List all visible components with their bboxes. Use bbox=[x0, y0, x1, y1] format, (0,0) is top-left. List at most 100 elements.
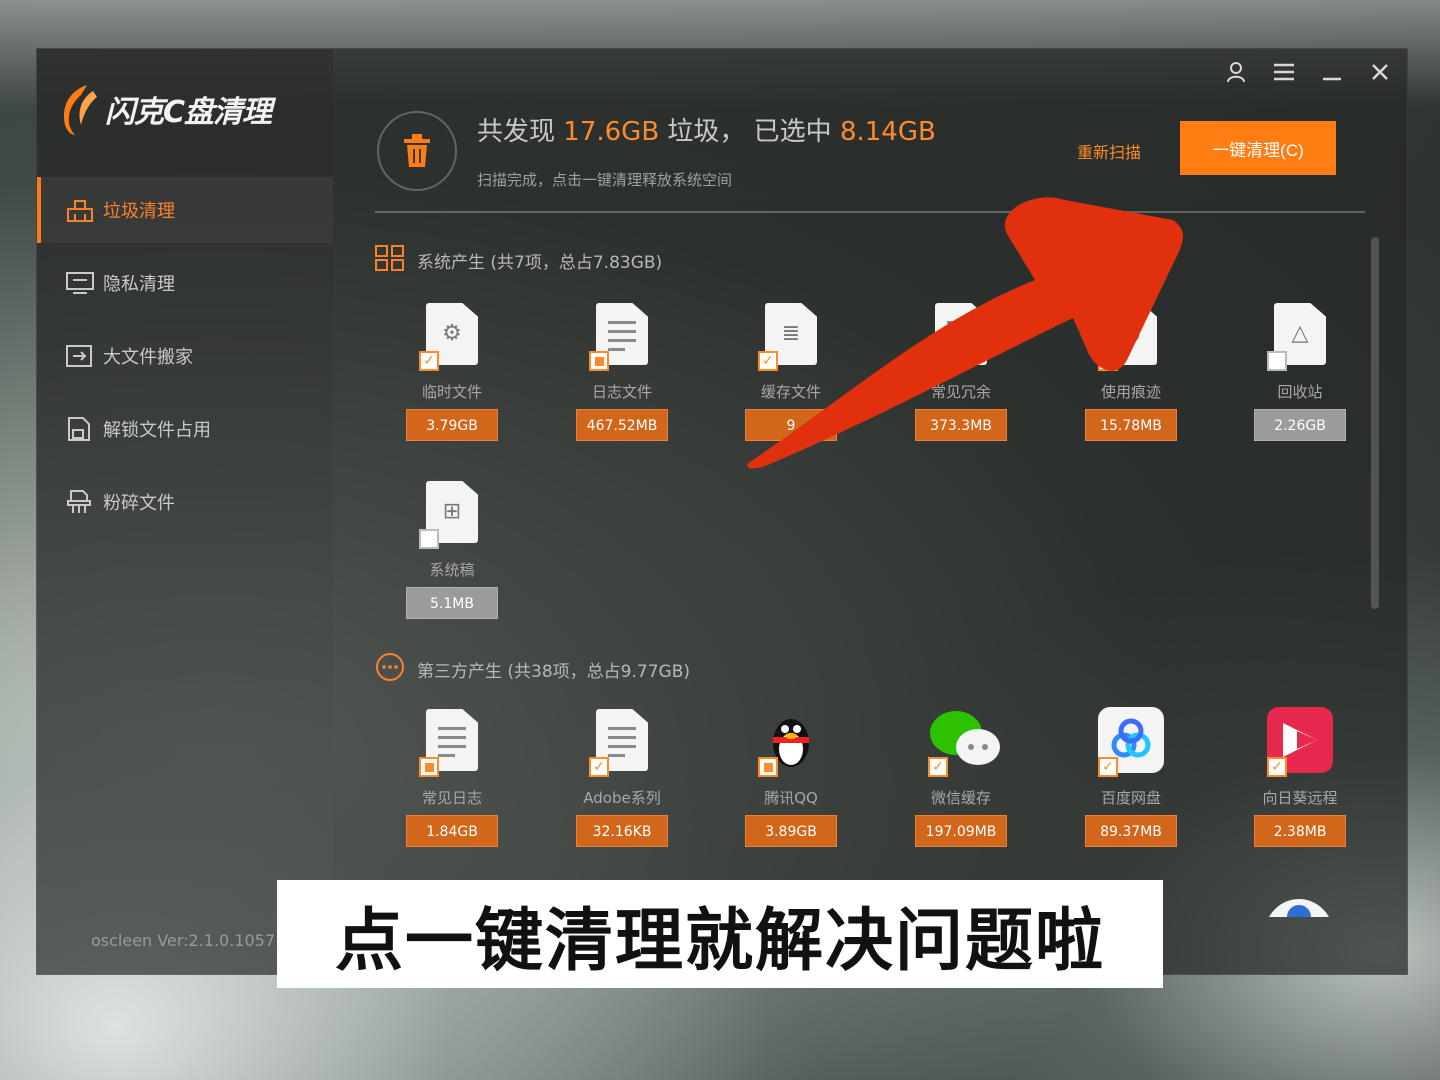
select-checkbox[interactable] bbox=[758, 757, 778, 777]
item-label: 临时文件 bbox=[421, 383, 482, 401]
caption-banner: 点一键清理就解决问题啦 bbox=[277, 880, 1163, 988]
junk-item-card[interactable]: ✓ Adobe系列 32.16KB bbox=[575, 707, 669, 847]
section-title: 系统产生 (共7项，总占7.83GB) bbox=[417, 253, 663, 273]
header-divider bbox=[375, 211, 1365, 213]
size-tag: 89.37MB bbox=[1085, 815, 1177, 847]
total-found-value: 17.6GB bbox=[563, 117, 660, 147]
broom-icon bbox=[65, 196, 95, 224]
item-label: 回收站 bbox=[1277, 383, 1323, 401]
size-tag: 3.79GB bbox=[406, 409, 498, 441]
item-icon-holder: ✓ bbox=[928, 301, 994, 371]
item-icon-holder: ✓ bbox=[1267, 707, 1333, 777]
menu-icon[interactable] bbox=[1269, 57, 1299, 87]
junk-item-card[interactable]: ✓ 微信缓存 197.09MB bbox=[914, 707, 1008, 847]
section-title: 第三方产生 (共38项，总占9.77GB) bbox=[417, 662, 690, 682]
app-logo: 闪克C盘清理 bbox=[59, 81, 272, 137]
scan-summary: 共发现 17.6GB 垃圾， 已选中 8.14GB bbox=[477, 111, 936, 148]
select-checkbox[interactable] bbox=[419, 757, 439, 777]
junk-item-card[interactable]: ⊞ 系统稿 5.1MB bbox=[405, 479, 499, 619]
item-icon-holder: ✓ bbox=[928, 707, 1000, 777]
item-label: 常见冗余 bbox=[930, 383, 991, 401]
unlock-file-icon bbox=[65, 415, 95, 443]
trash-badge bbox=[377, 111, 457, 191]
junk-item-card[interactable]: 日志文件 467.52MB bbox=[575, 301, 669, 441]
select-checkbox[interactable]: ✓ bbox=[589, 757, 609, 777]
junk-item-card[interactable]: ≣ ✓ 缓存文件 9 bbox=[744, 301, 838, 441]
more-dots-icon bbox=[375, 652, 405, 687]
select-checkbox[interactable]: ✓ bbox=[419, 351, 439, 371]
junk-item-card[interactable]: △ 回收站 2.26GB bbox=[1253, 301, 1347, 441]
select-checkbox[interactable]: ✓ bbox=[1267, 757, 1287, 777]
sidebar-item-label: 粉碎文件 bbox=[103, 493, 175, 514]
sidebar-item-unlock-file[interactable]: 解锁文件占用 bbox=[37, 396, 333, 462]
selected-value: 8.14GB bbox=[839, 117, 936, 147]
trash-icon bbox=[404, 134, 430, 167]
item-label: 缓存文件 bbox=[760, 383, 821, 401]
size-tag: 2.26GB bbox=[1254, 409, 1346, 441]
item-label: 微信缓存 bbox=[930, 789, 991, 807]
select-checkbox[interactable] bbox=[589, 351, 609, 371]
item-label: 常见日志 bbox=[421, 789, 482, 807]
rescan-link[interactable]: 重新扫描 bbox=[1077, 139, 1141, 163]
minimize-icon[interactable] bbox=[1317, 57, 1347, 87]
item-label: Adobe系列 bbox=[583, 789, 661, 807]
junk-item-card[interactable]: ⚙ ✓ 临时文件 3.79GB bbox=[405, 301, 499, 441]
item-label: 腾讯QQ bbox=[764, 789, 818, 807]
item-icon-holder: ≣ ✓ bbox=[758, 301, 824, 371]
flame-logo-icon bbox=[59, 81, 99, 137]
item-icon-holder bbox=[419, 707, 485, 777]
caption-text: 点一键清理就解决问题啦 bbox=[334, 901, 1105, 981]
item-icon-holder bbox=[758, 707, 824, 777]
select-checkbox[interactable]: ✓ bbox=[1098, 351, 1118, 371]
select-checkbox[interactable]: ✓ bbox=[1098, 757, 1118, 777]
junk-item-card[interactable]: ✓ 常见冗余 373.3MB bbox=[914, 301, 1008, 441]
item-icon-holder: ⊞ bbox=[419, 479, 485, 549]
sidebar-item-shred-file[interactable]: 粉碎文件 bbox=[37, 469, 333, 535]
item-icon-holder: ⚙ ✓ bbox=[419, 301, 485, 371]
junk-item-card[interactable]: 常见日志 1.84GB bbox=[405, 707, 499, 847]
shredder-icon bbox=[65, 488, 95, 516]
sidebar-item-large-file-move[interactable]: 大文件搬家 bbox=[37, 323, 333, 389]
sidebar-item-label: 垃圾清理 bbox=[103, 201, 175, 222]
user-icon[interactable] bbox=[1221, 57, 1251, 87]
select-checkbox[interactable] bbox=[1267, 351, 1287, 371]
version-label: oscleen Ver:2.1.0.1057 bbox=[91, 931, 276, 950]
item-icon-holder: △ bbox=[1267, 301, 1333, 371]
item-icon-holder: ✓ bbox=[589, 707, 655, 777]
size-tag: 467.52MB bbox=[576, 409, 668, 441]
select-checkbox[interactable]: ✓ bbox=[928, 757, 948, 777]
partial-eye-icon bbox=[1267, 887, 1331, 917]
select-checkbox[interactable]: ✓ bbox=[928, 351, 948, 371]
app-window: 闪克C盘清理 垃圾清理 隐私清理 大文件搬家 解锁文件占用 粉碎文件 oscle… bbox=[36, 48, 1408, 975]
size-tag: 5.1MB bbox=[406, 587, 498, 619]
junk-item-card[interactable]: ✓ 向日葵远程 2.38MB bbox=[1253, 707, 1347, 847]
item-label: 百度网盘 bbox=[1100, 789, 1161, 807]
sidebar-item-privacy-clean[interactable]: 隐私清理 bbox=[37, 250, 333, 316]
size-tag: 1.84GB bbox=[406, 815, 498, 847]
summary-prefix: 共发现 bbox=[477, 117, 556, 147]
select-checkbox[interactable]: ✓ bbox=[758, 351, 778, 371]
size-tag: 15.78MB bbox=[1085, 409, 1177, 441]
junk-item-card[interactable]: 腾讯QQ 3.89GB bbox=[744, 707, 838, 847]
junk-item-card[interactable]: ✓ 百度网盘 89.37MB bbox=[1084, 707, 1178, 847]
item-label: 系统稿 bbox=[429, 561, 475, 579]
move-file-icon bbox=[65, 342, 95, 370]
junk-item-card[interactable]: ◔ ✓ 使用痕迹 15.78MB bbox=[1084, 301, 1178, 441]
scrollbar[interactable] bbox=[1371, 237, 1379, 609]
scan-status: 扫描完成，点击一键清理释放系统空间 bbox=[477, 171, 733, 189]
sidebar-item-junk-clean[interactable]: 垃圾清理 bbox=[37, 177, 333, 243]
monitor-icon bbox=[65, 269, 95, 297]
size-tag: 373.3MB bbox=[915, 409, 1007, 441]
item-icon-holder bbox=[589, 301, 655, 371]
select-checkbox[interactable] bbox=[419, 529, 439, 549]
grid-icon bbox=[375, 245, 405, 276]
item-label: 日志文件 bbox=[591, 383, 652, 401]
item-label: 向日葵远程 bbox=[1262, 789, 1338, 807]
size-tag: 3.89GB bbox=[745, 815, 837, 847]
close-icon[interactable] bbox=[1365, 57, 1395, 87]
sidebar-item-label: 大文件搬家 bbox=[103, 347, 193, 368]
item-icon-holder: ✓ bbox=[1098, 707, 1164, 777]
sidebar-item-label: 隐私清理 bbox=[103, 274, 175, 295]
window-controls bbox=[1221, 57, 1395, 87]
one-click-clean-button[interactable]: 一键清理(C) bbox=[1180, 121, 1336, 175]
